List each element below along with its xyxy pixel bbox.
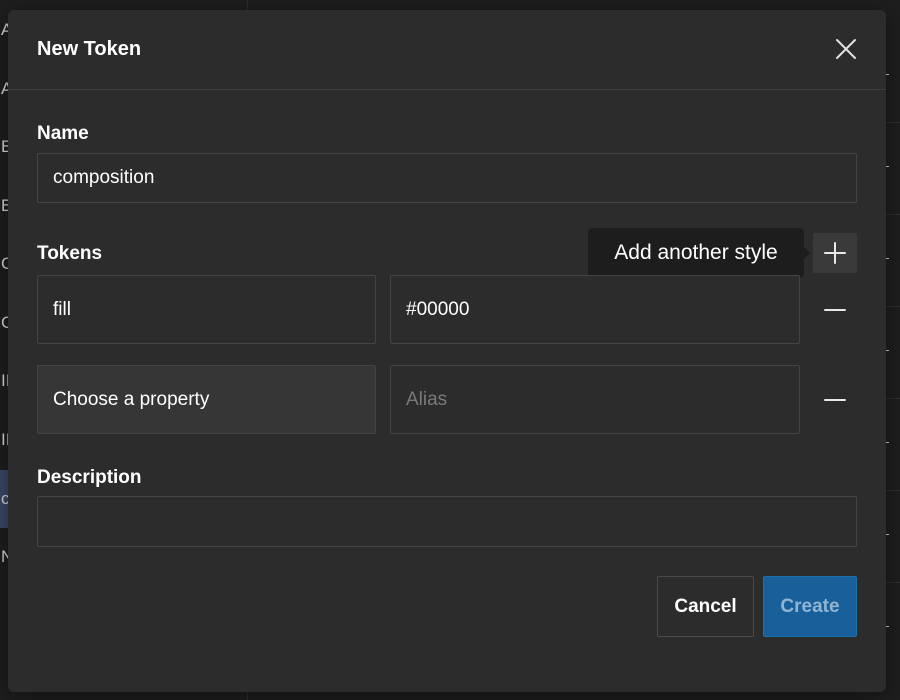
add-style-tooltip: Add another style xyxy=(588,228,810,278)
tokens-label: Tokens xyxy=(37,243,103,264)
description-label: Description xyxy=(37,467,142,488)
new-token-modal: New Token Name Tokens Add another style … xyxy=(8,10,886,692)
token-property-select[interactable]: Choose a property xyxy=(37,365,376,434)
background-tick xyxy=(886,442,889,443)
modal-title: New Token xyxy=(37,38,142,60)
close-icon xyxy=(836,39,856,59)
background-row-divider xyxy=(886,214,900,215)
token-alias-input[interactable] xyxy=(390,365,800,434)
create-button[interactable]: Create xyxy=(763,576,857,637)
remove-token-button[interactable] xyxy=(813,380,857,420)
background-row-divider xyxy=(886,306,900,307)
background-row-divider xyxy=(886,490,900,491)
modal-header: New Token xyxy=(8,10,886,90)
cancel-button[interactable]: Cancel xyxy=(657,576,754,637)
close-button[interactable] xyxy=(831,34,861,64)
description-input[interactable] xyxy=(37,496,857,547)
minus-icon xyxy=(824,309,846,311)
background-tick xyxy=(886,258,889,259)
background-row-divider xyxy=(886,398,900,399)
minus-icon xyxy=(824,399,846,401)
background-row-divider xyxy=(886,122,900,123)
background-row-divider xyxy=(886,582,900,583)
token-value-input[interactable] xyxy=(390,275,800,344)
background-tick xyxy=(886,350,889,351)
remove-token-button[interactable] xyxy=(813,290,857,330)
add-style-button[interactable] xyxy=(813,233,857,273)
token-property-value: fill xyxy=(53,298,71,320)
token-property-select[interactable]: fill xyxy=(37,275,376,344)
token-property-placeholder: Choose a property xyxy=(53,388,210,410)
name-input[interactable] xyxy=(37,153,857,203)
name-label: Name xyxy=(37,123,89,144)
background-tick xyxy=(886,166,889,167)
plus-icon xyxy=(824,242,846,264)
background-tick xyxy=(886,74,889,75)
background-tick xyxy=(886,626,889,627)
background-tick xyxy=(886,534,889,535)
